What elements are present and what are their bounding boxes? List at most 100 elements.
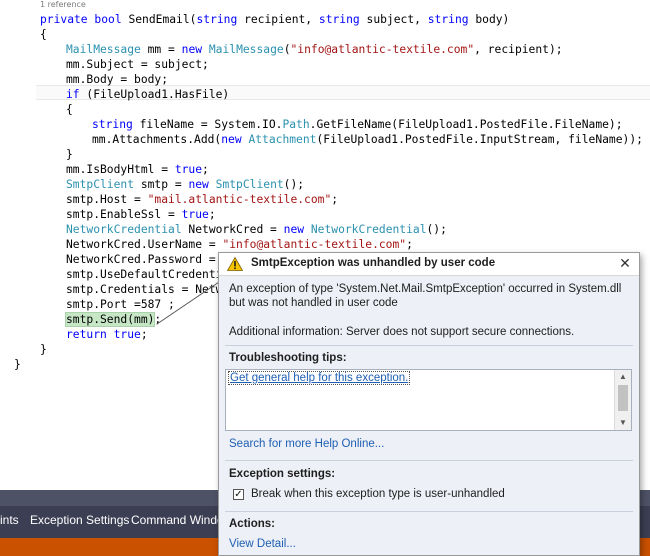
- actions-heading: Actions:: [229, 518, 275, 530]
- code-token: SendEmail(: [121, 13, 197, 26]
- code-token: return: [66, 328, 107, 341]
- code-token: MailMessage: [208, 43, 284, 56]
- code-line: smtp.UseDefaultCredenti: [66, 267, 222, 282]
- code-token: "mail.atlantic-textile.com": [147, 193, 332, 206]
- code-token: smtp.EnableSsl =: [66, 208, 182, 221]
- code-token: recipient,: [237, 13, 319, 26]
- code-line: {: [66, 102, 73, 117]
- exception-title: SmtpException was unhandled by user code: [251, 257, 496, 269]
- code-token: ;: [331, 193, 339, 206]
- exception-body: An exception of type 'System.Net.Mail.Sm…: [219, 276, 639, 555]
- code-line: if (FileUpload1.HasFile): [66, 87, 229, 102]
- general-help-link[interactable]: Get general help for this exception.: [227, 371, 411, 385]
- code-line: {: [40, 27, 47, 42]
- code-token: subject,: [359, 13, 428, 26]
- troubleshooting-heading: Troubleshooting tips:: [229, 352, 347, 364]
- code-token: fileName = System.IO.: [132, 118, 283, 131]
- code-line: private bool SendEmail( string recipient,…: [40, 12, 509, 27]
- code-token: Attachment: [248, 133, 317, 146]
- current-statement: smtp.Send(mm): [64, 312, 156, 327]
- code-token: smtp.Credentials = Netw: [66, 283, 223, 296]
- code-token: new: [283, 223, 305, 236]
- code-token: string: [318, 13, 360, 26]
- code-token: }: [66, 148, 73, 161]
- code-token: .GetFileName(FileUpload1.PostedFile.File…: [309, 118, 623, 131]
- code-token: mm.Subject = subject;: [66, 58, 209, 71]
- scroll-thumb[interactable]: [618, 385, 628, 411]
- scroll-up-icon[interactable]: ▲: [615, 370, 631, 384]
- tab-breakpoints[interactable]: ints: [0, 510, 19, 530]
- code-line: smtp.Host = "mail.atlantic-textile.com";: [66, 192, 338, 207]
- code-token: SmtpClient: [66, 178, 135, 191]
- additional-information: Additional information: Server does not …: [229, 326, 575, 338]
- code-line: NetworkCredential NetworkCred = new Netw…: [66, 222, 447, 237]
- code-line: mm.Subject = subject;: [66, 57, 209, 72]
- code-line: NetworkCred.UserName = "info@atlantic-te…: [66, 237, 413, 252]
- code-token: body): [468, 13, 510, 26]
- code-line: return true;: [66, 327, 148, 342]
- codelens-references[interactable]: 1 reference: [40, 0, 86, 9]
- code-token: NetworkCredential: [66, 223, 182, 236]
- code-line: }: [66, 147, 73, 162]
- code-token: (FileUpload1.HasFile): [79, 88, 230, 101]
- code-token: MailMessage: [66, 43, 141, 56]
- code-line: mm.IsBodyHtml = true;: [66, 162, 209, 177]
- code-line: SmtpClient smtp = new SmtpClient();: [66, 177, 304, 192]
- scroll-down-icon[interactable]: ▼: [615, 416, 631, 430]
- code-line: MailMessage mm = new MailMessage("info@a…: [66, 42, 563, 57]
- troubleshooting-tips-list[interactable]: Get general help for this exception. ▲ ▼: [225, 369, 632, 431]
- code-token: }: [14, 358, 21, 371]
- code-token: {: [40, 28, 47, 41]
- code-line: smtp.Port =587 ;: [66, 297, 175, 312]
- close-icon[interactable]: ✕: [617, 255, 633, 271]
- code-token: mm.Body = body;: [66, 73, 169, 86]
- code-token: mm.Attachments.Add(: [92, 133, 222, 146]
- code-token: NetworkCred.Password =: [66, 253, 223, 266]
- code-token: ;: [202, 163, 209, 176]
- divider: [225, 345, 633, 346]
- code-line: }: [40, 342, 47, 357]
- tab-command-window[interactable]: Command Windo: [131, 510, 224, 530]
- exception-helper-popup: SmtpException was unhandled by user code…: [218, 252, 640, 556]
- code-token: NetworkCredential: [310, 223, 427, 236]
- code-token: Path: [282, 118, 310, 131]
- code-token: ;: [140, 328, 148, 341]
- warning-icon: [227, 257, 243, 271]
- code-token: smtp =: [134, 178, 189, 191]
- code-token: smtp.UseDefaultCredenti: [66, 268, 223, 281]
- code-token: private: [40, 13, 88, 26]
- code-token: mm =: [140, 43, 182, 56]
- code-line: smtp.Credentials = Netw: [66, 282, 222, 297]
- code-token: }: [40, 343, 47, 356]
- code-line: }: [14, 357, 21, 372]
- code-token: smtp.Host =: [66, 193, 148, 206]
- code-token: (: [283, 43, 291, 56]
- code-token: true: [113, 328, 141, 341]
- code-token: string: [427, 13, 469, 26]
- tips-scrollbar[interactable]: ▲ ▼: [614, 370, 631, 430]
- code-token: ;: [406, 238, 413, 251]
- code-token: NetworkCred =: [181, 223, 284, 236]
- code-token: NetworkCred.UserName =: [66, 238, 223, 251]
- code-token: true: [174, 163, 203, 176]
- code-token: new: [221, 133, 242, 146]
- search-help-online-link[interactable]: Search for more Help Online...: [229, 438, 384, 450]
- code-token: bool: [94, 13, 122, 26]
- break-checkbox[interactable]: ✓: [233, 489, 244, 500]
- code-token: smtp.Port =587 ;: [66, 298, 175, 311]
- exception-header: SmtpException was unhandled by user code…: [219, 253, 639, 276]
- code-line: smtp.EnableSsl = true;: [66, 207, 216, 222]
- break-checkbox-label[interactable]: Break when this exception type is user-u…: [251, 488, 505, 500]
- code-token: {: [66, 103, 73, 116]
- exception-settings-heading: Exception settings:: [229, 468, 336, 480]
- code-line: mm.Attachments.Add(new Attachment(FileUp…: [92, 132, 643, 147]
- tab-exception-settings[interactable]: Exception Settings: [30, 510, 129, 530]
- code-line: mm.Body = body;: [66, 72, 168, 87]
- code-token: new: [188, 178, 209, 191]
- code-token: ();: [426, 223, 447, 236]
- code-token: string: [92, 118, 133, 131]
- view-detail-link[interactable]: View Detail...: [229, 538, 296, 550]
